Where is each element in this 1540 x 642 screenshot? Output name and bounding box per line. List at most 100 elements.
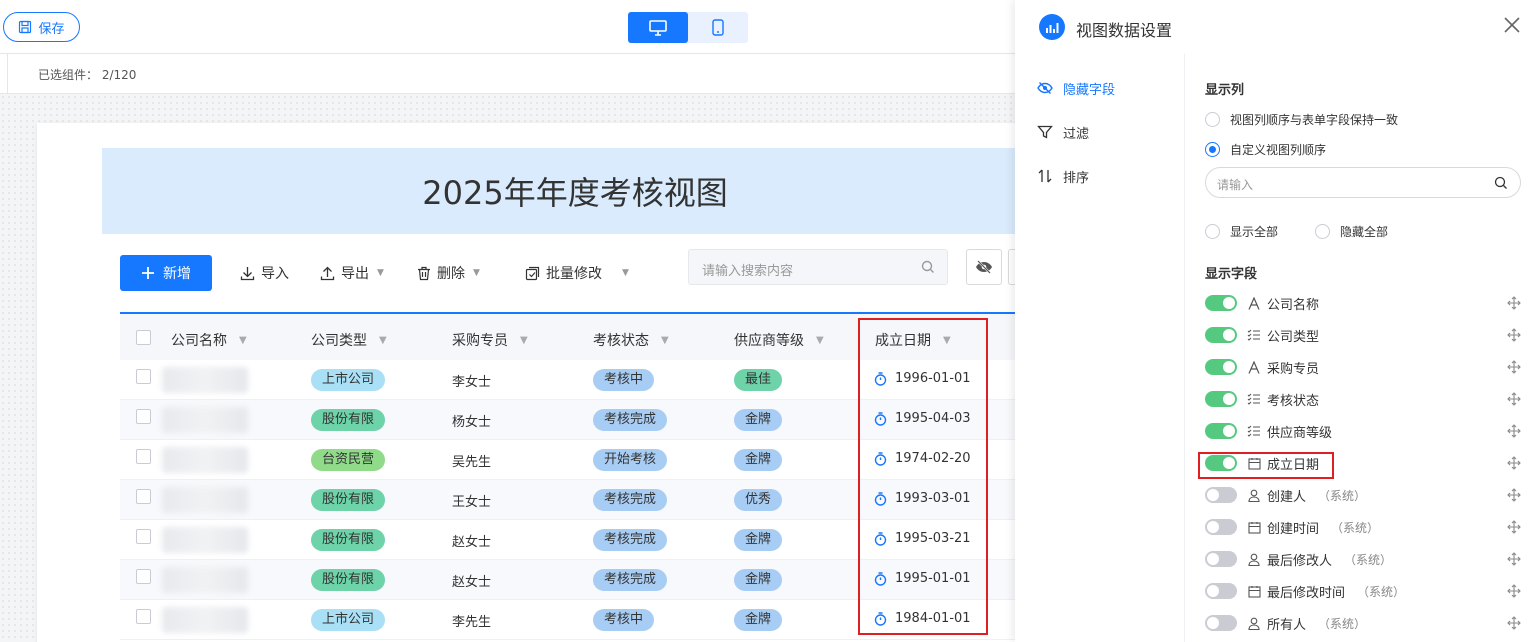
field-visibility-toggle[interactable] — [1205, 487, 1237, 503]
drag-handle-icon[interactable] — [1507, 296, 1521, 314]
field-row: 最后修改人 （系统） — [1205, 549, 1525, 569]
radio-label: 视图列顺序与表单字段保持一致 — [1230, 113, 1399, 127]
drag-handle-icon[interactable] — [1507, 328, 1521, 346]
field-visibility-toggle[interactable] — [1205, 391, 1237, 407]
panel-nav: 隐藏字段 过滤 排序 — [1015, 54, 1185, 642]
row-checkbox[interactable] — [136, 369, 151, 384]
drag-handle-icon[interactable] — [1507, 360, 1521, 378]
drag-handle-icon[interactable] — [1507, 520, 1521, 538]
date-value: 1995-01-01 — [895, 571, 971, 586]
add-button[interactable]: 新增 — [120, 255, 212, 291]
table-row[interactable]: 股份有限 赵女士 考核完成 金牌 1995-01-01 — [120, 560, 1020, 600]
row-checkbox[interactable] — [136, 409, 151, 424]
drag-handle-icon[interactable] — [1507, 616, 1521, 634]
drag-handle-icon[interactable] — [1507, 584, 1521, 602]
drag-handle-icon[interactable] — [1507, 456, 1521, 474]
row-checkbox[interactable] — [136, 449, 151, 464]
column-label: 成立日期 — [875, 333, 931, 349]
radio-hide-all[interactable]: 隐藏全部 — [1315, 223, 1388, 240]
list-icon — [1247, 328, 1261, 342]
company-name-redacted — [162, 367, 248, 393]
stopwatch-icon — [874, 411, 887, 426]
radio-follow-form-order[interactable]: 视图列顺序与表单字段保持一致 — [1205, 111, 1398, 128]
field-visibility-toggle[interactable] — [1205, 423, 1237, 439]
system-tag: （系统） — [1357, 584, 1406, 599]
column-header-company-name[interactable]: 公司名称 ▼ — [171, 330, 247, 350]
nav-filter[interactable]: 过滤 — [1037, 122, 1089, 142]
radio-custom-order[interactable]: 自定义视图列顺序 — [1205, 141, 1326, 158]
export-button[interactable]: 导出 ▼ — [320, 255, 384, 291]
desktop-view-button[interactable] — [628, 12, 688, 43]
row-checkbox[interactable] — [136, 529, 151, 544]
field-visibility-toggle[interactable] — [1205, 455, 1237, 471]
column-label: 采购专员 — [452, 333, 508, 349]
company-type-tag: 股份有限 — [311, 529, 386, 551]
drag-handle-icon[interactable] — [1507, 552, 1521, 570]
column-header-company-type[interactable]: 公司类型 ▼ — [311, 330, 387, 350]
row-checkbox[interactable] — [136, 609, 151, 624]
row-checkbox[interactable] — [136, 569, 151, 584]
grade-tag: 最佳 — [734, 369, 783, 391]
table-row[interactable]: 股份有限 赵女士 考核完成 金牌 1995-03-21 — [120, 520, 1020, 560]
close-icon[interactable] — [1502, 15, 1522, 35]
drag-handle-icon[interactable] — [1507, 424, 1521, 442]
field-visibility-toggle[interactable] — [1205, 327, 1237, 343]
table-row[interactable]: 上市公司 李女士 考核中 最佳 1996-01-01 — [120, 360, 1020, 400]
date-cell: 1995-03-21 — [874, 531, 971, 546]
date-cell: 1995-01-01 — [874, 571, 971, 586]
nav-hidden-fields[interactable]: 隐藏字段 — [1037, 78, 1115, 98]
date-cell: 1995-04-03 — [874, 411, 971, 426]
column-header-status[interactable]: 考核状态 ▼ — [593, 330, 669, 350]
field-label: 最后修改时间 — [1267, 585, 1346, 601]
mobile-view-button[interactable] — [688, 12, 748, 43]
field-visibility-toggle[interactable] — [1205, 519, 1237, 535]
batch-edit-label: 批量修改 — [546, 266, 602, 282]
row-checkbox[interactable] — [136, 489, 151, 504]
date-value: 1974-02-20 — [895, 451, 971, 466]
chevron-down-icon: ▼ — [622, 268, 629, 278]
column-header-buyer[interactable]: 采购专员 ▼ — [452, 330, 528, 350]
delete-button[interactable]: 删除 ▼ — [417, 255, 480, 291]
radio-show-all[interactable]: 显示全部 — [1205, 223, 1278, 240]
drag-handle-icon[interactable] — [1507, 488, 1521, 506]
table-row[interactable]: 上市公司 李先生 考核中 金牌 1984-01-01 — [120, 600, 1020, 640]
sort-icon — [1038, 169, 1052, 183]
save-button[interactable]: 保存 — [3, 12, 80, 42]
drag-handle-icon[interactable] — [1507, 392, 1521, 410]
stopwatch-icon — [874, 491, 887, 506]
select-all-checkbox[interactable] — [136, 330, 151, 345]
field-label: 采购专员 — [1267, 361, 1320, 377]
field-row: 采购专员 — [1205, 357, 1525, 377]
field-search-input[interactable]: 请输入 — [1205, 167, 1521, 198]
column-header-founded-date[interactable]: 成立日期 ▼ — [875, 330, 951, 350]
grade-tag: 金牌 — [734, 569, 783, 591]
date-value: 1993-03-01 — [895, 491, 971, 506]
column-header-grade[interactable]: 供应商等级 ▼ — [734, 330, 824, 350]
search-icon — [921, 260, 934, 273]
table-row[interactable]: 台资民营 吴先生 开始考核 金牌 1974-02-20 — [120, 440, 1020, 480]
field-visibility-toggle[interactable] — [1205, 551, 1237, 567]
field-label: 创建时间 — [1267, 521, 1320, 537]
table-row[interactable]: 股份有限 王女士 考核完成 优秀 1993-03-01 — [120, 480, 1020, 520]
field-visibility-toggle[interactable] — [1205, 295, 1237, 311]
table-search-input[interactable]: 请输入搜索内容 — [688, 249, 948, 285]
field-row: 所有人 （系统） — [1205, 613, 1525, 633]
user-icon — [1247, 552, 1261, 566]
field-visibility-toggle[interactable] — [1205, 615, 1237, 631]
nav-sort[interactable]: 排序 — [1037, 166, 1089, 186]
company-type-tag: 股份有限 — [311, 569, 386, 591]
table-row[interactable]: 股份有限 杨女士 考核完成 金牌 1995-04-03 — [120, 400, 1020, 440]
sort-caret-icon: ▼ — [816, 334, 824, 346]
batch-edit-button[interactable]: 批量修改 ▼ — [525, 255, 629, 291]
filter-icon — [1037, 125, 1053, 139]
text-icon — [1247, 360, 1261, 374]
date-cell: 1974-02-20 — [874, 451, 971, 466]
import-button[interactable]: 导入 — [240, 255, 289, 291]
calendar-icon — [1247, 584, 1261, 598]
hide-fields-button[interactable] — [966, 249, 1002, 285]
field-visibility-toggle[interactable] — [1205, 359, 1237, 375]
field-visibility-toggle[interactable] — [1205, 583, 1237, 599]
data-table: 公司名称 ▼ 公司类型 ▼ 采购专员 ▼ 考核状态 ▼ 供应商等级 ▼ 成立日期 ▼ 上市公… — [120, 312, 1020, 640]
date-cell: 1993-03-01 — [874, 491, 971, 506]
radio-circle — [1315, 224, 1330, 239]
